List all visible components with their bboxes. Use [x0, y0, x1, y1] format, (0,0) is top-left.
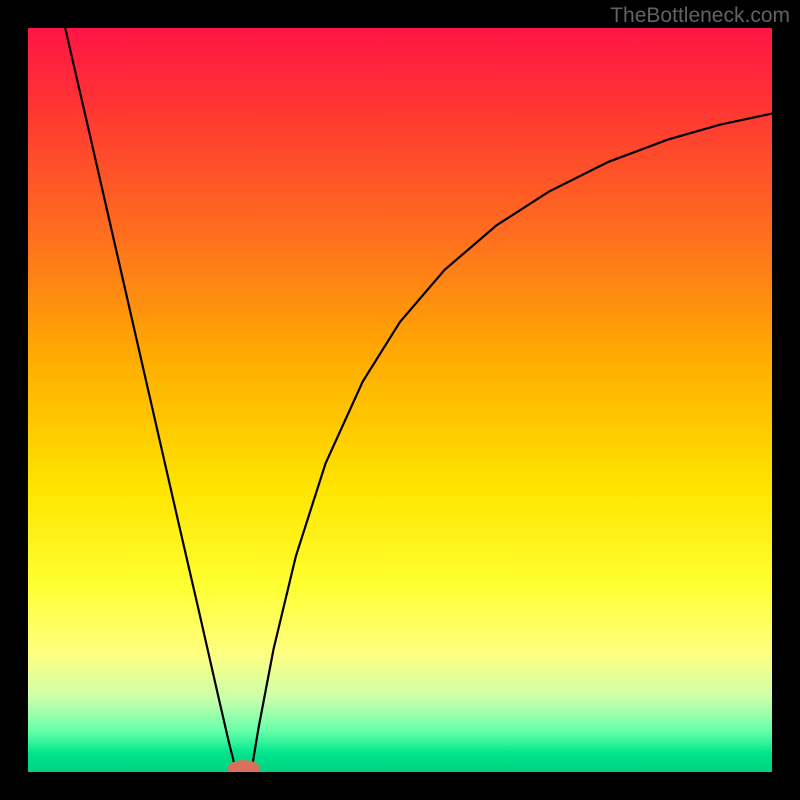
plot-area — [28, 28, 772, 772]
chart-frame: TheBottleneck.com — [0, 0, 800, 800]
watermark-text: TheBottleneck.com — [610, 4, 790, 28]
chart-svg — [28, 28, 772, 772]
gradient-background — [28, 28, 772, 772]
